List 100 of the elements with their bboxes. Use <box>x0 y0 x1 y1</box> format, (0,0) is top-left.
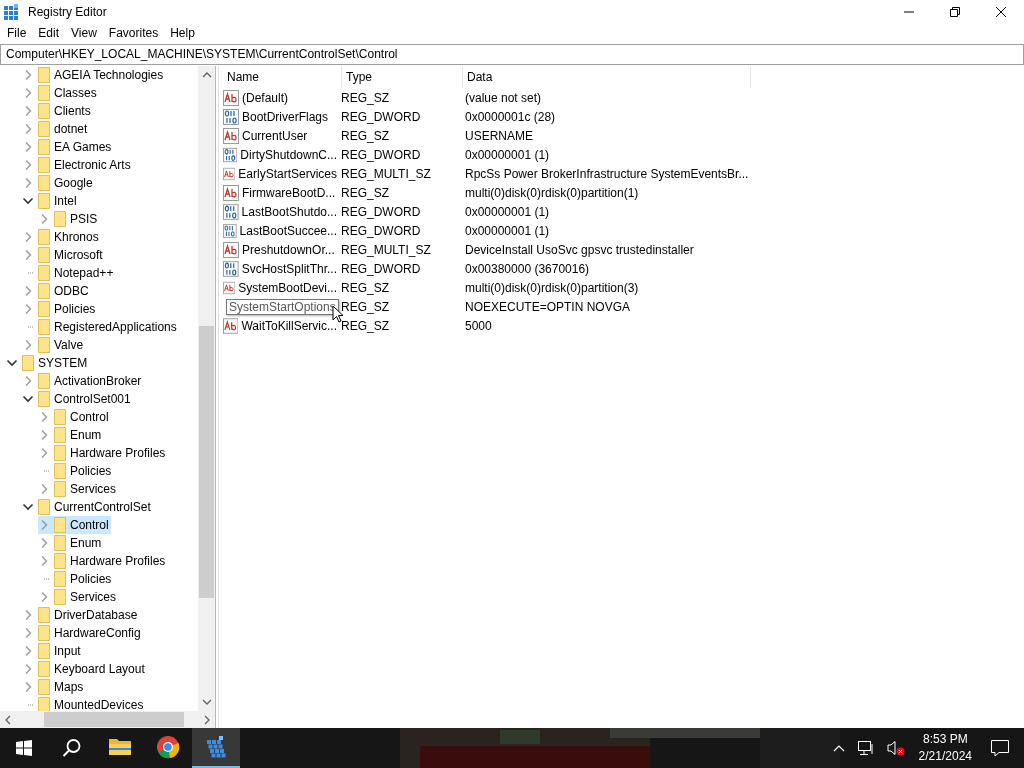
folder-icon <box>38 337 50 353</box>
notification-icon[interactable] <box>990 739 1010 757</box>
tree-item[interactable]: Khronos <box>22 228 101 246</box>
folder-icon <box>38 301 50 317</box>
tree-item[interactable]: Input <box>22 642 83 660</box>
tree-item[interactable]: EA Games <box>22 138 114 156</box>
string-value-icon <box>223 279 236 296</box>
tree-item[interactable]: Classes <box>22 84 99 102</box>
tree-item[interactable]: Control <box>38 516 111 534</box>
value-name: WaitToKillServic... <box>241 318 337 333</box>
folder-icon <box>38 157 50 173</box>
tooltip: SystemStartOptions <box>226 298 339 315</box>
folder-icon <box>54 409 66 425</box>
value-data: USERNAME <box>464 128 534 143</box>
scroll-up-icon[interactable] <box>201 71 212 79</box>
scroll-left-icon[interactable] <box>4 714 12 725</box>
tree-item[interactable]: Policies <box>22 300 98 318</box>
tree-item[interactable]: Google <box>22 174 95 192</box>
tree-item[interactable]: Services <box>38 480 118 498</box>
tree-item[interactable]: ControlSet001 <box>22 390 133 408</box>
value-data: RpcSs Power BrokerInfrastructure SystemEventsBr... <box>464 166 748 181</box>
tree-item[interactable]: Policies <box>38 570 114 588</box>
folder-icon <box>54 517 66 533</box>
string-value-icon <box>223 165 236 182</box>
folder-icon <box>54 463 66 479</box>
value-type: REG_DWORD <box>340 261 422 276</box>
tree-item[interactable]: Policies <box>38 462 114 480</box>
tree-item[interactable]: Notepad++ <box>22 264 116 282</box>
column-header[interactable]: Data <box>463 66 751 88</box>
chevron-down-icon[interactable] <box>22 393 34 405</box>
column-header[interactable]: Name <box>223 66 342 88</box>
folder-icon <box>38 697 50 711</box>
value-type: REG_MULTI_SZ <box>340 242 432 257</box>
scroll-right-icon[interactable] <box>203 714 211 725</box>
tree-item[interactable]: Keyboard Layout <box>22 660 147 678</box>
address-field[interactable]: Computer\HKEY_LOCAL_MACHINE\SYSTEM\CurrentControlSet\Control <box>0 44 1024 65</box>
value-type: REG_DWORD <box>340 109 422 124</box>
menu-item[interactable]: Help <box>164 26 201 40</box>
tree-item[interactable]: Intel <box>22 192 79 210</box>
string-value-icon <box>223 184 239 201</box>
value-data: 0x00380000 (3670016) <box>464 261 591 276</box>
binary-value-icon <box>223 108 239 125</box>
chevron-down-icon[interactable] <box>6 357 18 369</box>
tree-item[interactable]: Enum <box>38 534 104 552</box>
value-type: REG_SZ <box>340 318 390 333</box>
column-header[interactable]: Type <box>342 66 463 88</box>
tree-item[interactable]: ActivationBroker <box>22 372 144 390</box>
tree-item[interactable]: Electronic Arts <box>22 156 133 174</box>
value-name: LastBootShutdo... <box>241 204 337 219</box>
tree-item[interactable]: MountedDevices <box>22 696 146 711</box>
tree-item[interactable]: ODBC <box>22 282 91 300</box>
folder-icon <box>38 265 50 281</box>
tree-item[interactable]: Microsoft <box>22 246 105 264</box>
caret-up-icon[interactable] <box>832 744 845 752</box>
menu-item[interactable]: Edit <box>32 26 66 40</box>
scroll-down-icon[interactable] <box>201 698 212 706</box>
string-value-icon <box>223 241 239 258</box>
value-name: SvcHostSplitThr... <box>241 261 337 276</box>
horizontal-scrollbar[interactable] <box>0 711 215 728</box>
tree-item[interactable]: Enum <box>38 426 104 444</box>
value-name: LastBootSuccee... <box>239 223 337 238</box>
tree-item[interactable]: HardwareConfig <box>22 624 143 642</box>
chevron-down-icon[interactable] <box>22 501 34 513</box>
menu-item[interactable]: View <box>65 26 103 40</box>
menu-item[interactable]: Favorites <box>102 26 165 40</box>
tree-item[interactable]: Clients <box>22 102 93 120</box>
tree-item[interactable]: Services <box>38 588 118 606</box>
string-value-icon <box>223 89 239 106</box>
folder-icon <box>38 661 50 677</box>
value-type: REG_DWORD <box>340 147 422 162</box>
muted-speaker-icon[interactable] <box>886 740 905 756</box>
menu-item[interactable]: File <box>1 26 33 40</box>
network-icon[interactable] <box>856 740 875 756</box>
tree-item[interactable]: Hardware Profiles <box>38 444 168 462</box>
tree-item[interactable]: CurrentControlSet <box>22 498 153 516</box>
chevron-down-icon[interactable] <box>22 195 34 207</box>
folder-icon <box>38 85 50 101</box>
value-name: EarlyStartServices <box>238 166 337 181</box>
tree-item[interactable]: Control <box>38 408 111 426</box>
tree-item[interactable]: PSIS <box>38 210 100 228</box>
folder-icon <box>38 121 50 137</box>
tree-item[interactable]: DriverDatabase <box>22 606 140 624</box>
windows-logo-icon <box>16 740 32 756</box>
tree-item[interactable]: AGEIA Technologies <box>22 66 166 84</box>
registry-taskbar-icon[interactable] <box>192 728 240 768</box>
value-name: (Default) <box>242 90 288 105</box>
value-type: REG_SZ <box>340 128 390 143</box>
tree-item[interactable]: dotnet <box>22 120 90 138</box>
tree-item[interactable]: Maps <box>22 678 86 696</box>
folder-icon <box>38 373 50 389</box>
clock[interactable]: 8:53 PM 2/21/2024 <box>918 731 972 765</box>
folder-icon <box>38 625 50 641</box>
tree-item[interactable]: SYSTEM <box>6 354 90 372</box>
tree-item[interactable]: RegisteredApplications <box>22 318 179 336</box>
folder-icon <box>54 589 66 605</box>
registry-cubes-icon <box>3 3 19 20</box>
tree-item[interactable]: Valve <box>22 336 86 354</box>
tree-item[interactable]: Hardware Profiles <box>38 552 168 570</box>
folder-icon <box>54 427 66 443</box>
vertical-scrollbar[interactable] <box>198 66 215 711</box>
